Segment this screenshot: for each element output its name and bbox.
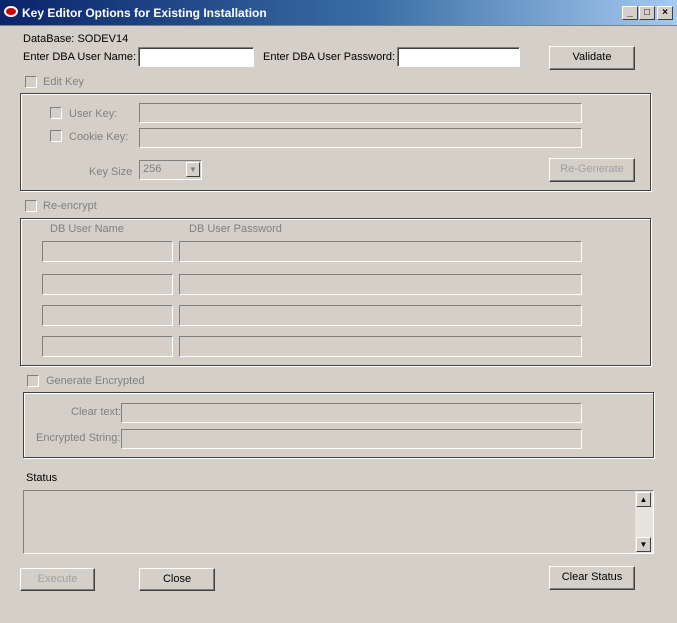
maximize-button[interactable]: □	[639, 6, 655, 20]
database-value: SODEV14	[77, 33, 129, 45]
clear-status-button[interactable]: Clear Status	[549, 566, 635, 590]
reencrypt-label: Re-encrypt	[43, 200, 97, 212]
db-user-name-input-4[interactable]	[42, 336, 173, 357]
db-user-name-header: DB User Name	[50, 223, 124, 235]
database-label: DataBase:	[23, 33, 75, 45]
status-scrollbar[interactable]: ▲ ▼	[635, 491, 653, 553]
status-label: Status	[26, 472, 58, 484]
user-key-label: User Key:	[69, 108, 118, 120]
dba-user-name-input[interactable]	[138, 47, 254, 67]
execute-button[interactable]: Execute	[20, 568, 95, 591]
minimize-button[interactable]: _	[622, 6, 638, 20]
db-user-password-input-3[interactable]	[179, 305, 582, 326]
cookie-key-input[interactable]	[139, 128, 582, 148]
title-bar[interactable]: Key Editor Options for Existing Installa…	[0, 0, 677, 26]
db-user-name-input-3[interactable]	[42, 305, 173, 326]
status-text	[28, 494, 628, 544]
db-user-password-header: DB User Password	[189, 223, 282, 235]
encrypted-string-input[interactable]	[121, 429, 582, 449]
reencrypt-checkbox[interactable]	[25, 200, 37, 212]
key-size-label: Key Size	[89, 166, 133, 178]
scroll-up-icon[interactable]: ▲	[636, 492, 651, 507]
cookie-key-checkbox[interactable]	[50, 130, 62, 142]
key-size-select[interactable]: 256 ▼	[139, 160, 202, 180]
chevron-down-icon[interactable]: ▼	[186, 162, 200, 177]
key-size-value: 256	[143, 163, 162, 175]
cookie-key-label: Cookie Key:	[69, 131, 129, 143]
clear-text-label: Clear text:	[71, 406, 122, 418]
edit-key-label: Edit Key	[43, 76, 84, 88]
close-window-button[interactable]: ×	[657, 6, 673, 20]
db-user-password-input-1[interactable]	[179, 241, 582, 262]
dba-user-label: Enter DBA User Name:	[23, 51, 137, 63]
db-user-password-input-2[interactable]	[179, 274, 582, 295]
window-title: Key Editor Options for Existing Installa…	[22, 6, 267, 20]
encrypted-string-label: Encrypted String:	[36, 432, 121, 444]
dba-password-input[interactable]	[397, 47, 520, 67]
dba-password-label: Enter DBA User Password:	[263, 51, 396, 63]
generate-encrypted-label: Generate Encrypted	[46, 375, 145, 387]
clear-text-input[interactable]	[121, 403, 582, 423]
close-button[interactable]: Close	[139, 568, 215, 591]
db-user-name-input-2[interactable]	[42, 274, 173, 295]
validate-button[interactable]: Validate	[549, 46, 635, 70]
scroll-down-icon[interactable]: ▼	[636, 537, 651, 552]
database-info: DataBase: SODEV14	[23, 33, 128, 45]
generate-encrypted-checkbox[interactable]	[27, 375, 39, 387]
db-user-password-input-4[interactable]	[179, 336, 582, 357]
status-textarea[interactable]: ▲ ▼	[23, 490, 654, 554]
user-key-input[interactable]	[139, 103, 582, 123]
oracle-logo-icon	[4, 6, 18, 17]
user-key-checkbox[interactable]	[50, 107, 62, 119]
db-user-name-input-1[interactable]	[42, 241, 173, 262]
regenerate-button[interactable]: Re-Generate	[549, 158, 635, 182]
edit-key-checkbox[interactable]	[25, 76, 37, 88]
